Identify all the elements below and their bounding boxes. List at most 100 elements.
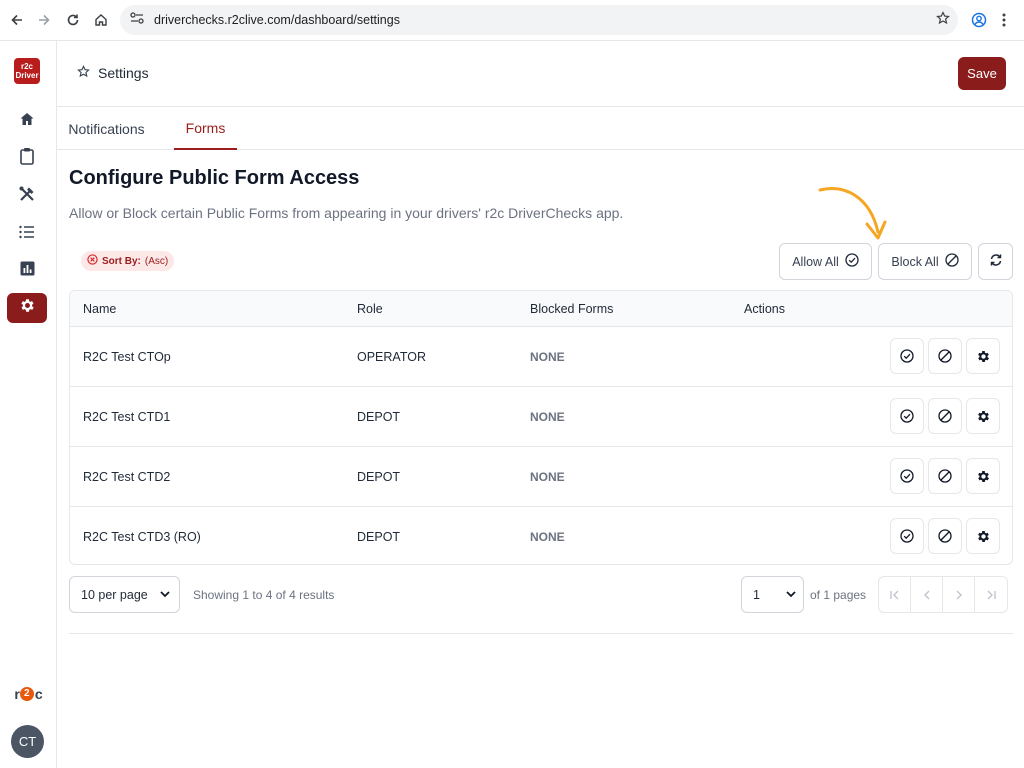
gear-icon: [19, 297, 36, 319]
forward-arrow-icon[interactable]: [31, 7, 57, 33]
allow-all-button[interactable]: Allow All: [779, 243, 872, 280]
chevron-left-icon: [923, 590, 929, 599]
row-settings-button[interactable]: [966, 458, 1000, 494]
settings-tabs: Notifications Forms: [57, 107, 1024, 150]
block-row-button[interactable]: [928, 338, 962, 374]
tab-forms[interactable]: Forms: [174, 107, 237, 150]
block-row-button[interactable]: [928, 458, 962, 494]
allow-row-button[interactable]: [890, 458, 924, 494]
page-header: Settings Save: [57, 41, 1024, 107]
per-page-value: 10 per page: [81, 587, 148, 602]
reload-icon[interactable]: [60, 7, 86, 33]
pagination-controls: [878, 576, 1008, 613]
refresh-button[interactable]: [978, 243, 1013, 280]
block-row-button[interactable]: [928, 398, 962, 434]
row-name: R2C Test CTD1: [83, 410, 171, 424]
row-settings-button[interactable]: [966, 518, 1000, 554]
r2c-brand-logo: r2c: [8, 684, 48, 704]
column-header-name[interactable]: Name: [83, 291, 116, 327]
profile-icon[interactable]: [971, 12, 987, 33]
check-circle-icon: [845, 253, 859, 270]
row-blocked-forms: NONE: [530, 470, 565, 484]
section-heading: Configure Public Form Access: [69, 167, 360, 189]
page-title-text: Settings: [98, 65, 149, 81]
annotation-arrow-icon: [815, 182, 890, 252]
table-row: R2C Test CTOp OPERATOR NONE: [70, 327, 1012, 387]
next-page-button[interactable]: [943, 577, 975, 612]
gear-icon: [977, 410, 989, 422]
sidebar: r2c Driver r2c CT: [0, 41, 57, 768]
sidebar-item-home[interactable]: [7, 106, 47, 136]
browser-menu-icon[interactable]: [1002, 12, 1006, 33]
block-icon: [938, 529, 952, 543]
table-row: R2C Test CTD3 (RO) DEPOT NONE: [70, 507, 1012, 564]
save-button[interactable]: Save: [958, 57, 1006, 90]
total-pages-label: of 1 pages: [810, 588, 867, 602]
sidebar-item-tools[interactable]: [7, 181, 47, 211]
list-icon: [19, 225, 35, 244]
block-row-button[interactable]: [928, 518, 962, 554]
chevron-down-icon: [158, 587, 172, 604]
last-page-button[interactable]: [975, 577, 1007, 612]
block-icon: [938, 349, 952, 363]
check-circle-icon: [900, 529, 914, 543]
forms-access-table: Name Role Blocked Forms Actions R2C Test…: [69, 290, 1013, 565]
sidebar-item-reports[interactable]: [7, 256, 47, 286]
results-summary: Showing 1 to 4 of 4 results: [193, 588, 335, 602]
gear-icon: [977, 350, 989, 362]
bookmark-star-icon[interactable]: [936, 10, 950, 30]
chevron-right-icon: [956, 590, 962, 599]
star-icon[interactable]: [77, 65, 90, 81]
brand-logo-mid: 2: [19, 687, 34, 701]
address-bar[interactable]: driverchecks.r2clive.com/dashboard/setti…: [120, 5, 958, 35]
sort-chip[interactable]: Sort By: (Asc): [81, 251, 175, 271]
last-page-icon: [987, 590, 996, 599]
refresh-icon: [989, 253, 1003, 270]
gear-icon: [977, 530, 989, 542]
check-circle-icon: [900, 349, 914, 363]
block-all-button[interactable]: Block All: [878, 243, 972, 280]
sort-chip-value: (Asc): [144, 255, 169, 267]
allow-row-button[interactable]: [890, 338, 924, 374]
row-role: DEPOT: [357, 530, 401, 544]
brand-logo-right: c: [34, 686, 43, 702]
column-header-role[interactable]: Role: [357, 291, 383, 327]
chevron-down-icon: [784, 587, 798, 604]
logo-text-top: r2c: [20, 62, 33, 71]
url-text: driverchecks.r2clive.com/dashboard/setti…: [154, 13, 400, 27]
row-settings-button[interactable]: [966, 338, 1000, 374]
table-header: Name Role Blocked Forms Actions: [70, 291, 1012, 327]
table-row: R2C Test CTD1 DEPOT NONE: [70, 387, 1012, 447]
first-page-button[interactable]: [879, 577, 911, 612]
page-number-select[interactable]: 1: [741, 576, 804, 613]
sidebar-item-list[interactable]: [7, 219, 47, 249]
sidebar-item-settings[interactable]: [7, 293, 47, 323]
first-page-icon: [889, 590, 898, 599]
column-header-blocked-forms[interactable]: Blocked Forms: [530, 291, 613, 327]
bar-chart-icon: [20, 261, 35, 281]
row-blocked-forms: NONE: [530, 410, 565, 424]
per-page-select[interactable]: 10 per page: [69, 576, 180, 613]
allow-row-button[interactable]: [890, 518, 924, 554]
previous-page-button[interactable]: [911, 577, 943, 612]
home-icon[interactable]: [88, 7, 114, 33]
block-icon: [938, 409, 952, 423]
gear-icon: [977, 470, 989, 482]
logo-text-bottom: Driver: [15, 71, 39, 80]
app-logo[interactable]: r2c Driver: [14, 58, 40, 84]
row-settings-button[interactable]: [966, 398, 1000, 434]
sidebar-item-clipboard[interactable]: [7, 143, 47, 173]
back-arrow-icon[interactable]: [4, 7, 30, 33]
page-title: Settings: [77, 65, 149, 81]
block-all-label: Block All: [891, 254, 939, 269]
current-page-value: 1: [753, 587, 760, 602]
close-circle-icon[interactable]: [87, 254, 98, 268]
site-settings-icon[interactable]: [130, 11, 144, 29]
row-role: OPERATOR: [357, 350, 426, 364]
row-role: DEPOT: [357, 470, 401, 484]
tab-notifications[interactable]: Notifications: [68, 107, 144, 150]
avatar[interactable]: CT: [11, 725, 44, 758]
block-icon: [938, 469, 952, 483]
browser-toolbar: driverchecks.r2clive.com/dashboard/setti…: [0, 0, 1024, 41]
allow-row-button[interactable]: [890, 398, 924, 434]
